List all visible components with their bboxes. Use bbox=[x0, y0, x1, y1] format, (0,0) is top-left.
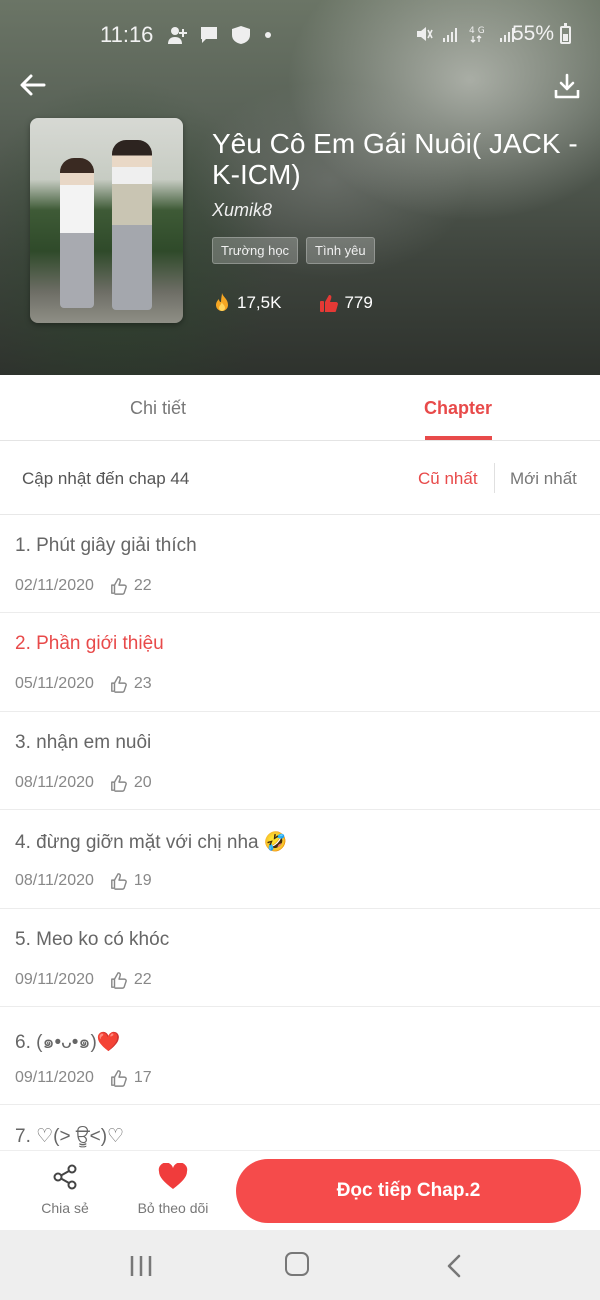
unfollow-label: Bỏ theo dõi bbox=[137, 1200, 209, 1216]
chapter-title: 5. Meo ko có khóc bbox=[15, 928, 170, 950]
recent-apps-icon[interactable] bbox=[128, 1254, 154, 1278]
chapter-sort-bar: Cập nhật đến chap 44 Cũ nhất Mới nhất bbox=[0, 441, 600, 515]
share-button[interactable]: Chia sẻ bbox=[30, 1163, 100, 1216]
signal-icons: 4G bbox=[414, 24, 518, 44]
chapter-meta: 09/11/2020 22 bbox=[15, 971, 152, 989]
chapter-item[interactable]: 4. đừng giỡn mặt với chị nha 🤣 08/11/202… bbox=[0, 810, 600, 909]
chapter-item[interactable]: 6. (๑•ᴗ•๑)❤️ 09/11/2020 17 bbox=[0, 1006, 600, 1106]
chapter-meta: 05/11/2020 23 bbox=[15, 675, 152, 694]
thumbs-up-outline-icon bbox=[110, 578, 127, 595]
status-time: 11:16 bbox=[100, 22, 154, 47]
sort-divider bbox=[494, 463, 495, 493]
status-bar: 11:16 4G 55% bbox=[0, 18, 600, 52]
chapter-likes: 20 bbox=[133, 773, 152, 791]
chapter-likes: 22 bbox=[133, 970, 152, 988]
cover-figure-right bbox=[112, 140, 152, 310]
views-count: 17,5K bbox=[237, 293, 282, 312]
sort-oldest-button[interactable]: Cũ nhất bbox=[418, 469, 478, 489]
book-header: 11:16 4G 55% Yêu Cô Em Gái Nuôi( JACK - … bbox=[0, 0, 600, 375]
share-icon bbox=[53, 1164, 77, 1190]
thumbs-up-outline-icon bbox=[110, 774, 127, 792]
chapter-date: 02/11/2020 bbox=[15, 577, 94, 594]
laz-icon bbox=[232, 26, 251, 45]
signal-icon bbox=[443, 28, 458, 42]
chapter-item[interactable]: 2. Phần giới thiệu 05/11/2020 23 bbox=[0, 613, 600, 712]
tab-chapter[interactable]: Chapter bbox=[308, 375, 600, 441]
fire-icon bbox=[216, 293, 228, 311]
continue-reading-button[interactable]: Đọc tiếp Chap.2 bbox=[236, 1159, 581, 1223]
chapter-date: 09/11/2020 bbox=[15, 1068, 94, 1086]
chapter-list: 1. Phút giây giải thích 02/11/2020 22 2.… bbox=[0, 515, 600, 1150]
chapter-date: 09/11/2020 bbox=[15, 970, 94, 988]
chapter-item[interactable]: 5. Meo ko có khóc 09/11/2020 22 bbox=[0, 908, 600, 1007]
chapter-meta: 09/11/2020 17 bbox=[15, 1069, 152, 1087]
chapter-item[interactable]: 1. Phút giây giải thích 02/11/2020 22 bbox=[0, 515, 600, 614]
add-person-icon bbox=[168, 27, 187, 45]
chapter-likes: 23 bbox=[133, 675, 152, 693]
chapter-title: 3. nhận em nuôi bbox=[15, 731, 152, 753]
sort-newest-button[interactable]: Mới nhất bbox=[510, 469, 577, 489]
book-cover-image[interactable] bbox=[30, 118, 183, 323]
book-author[interactable]: Xumik8 bbox=[212, 200, 272, 221]
share-label: Chia sẻ bbox=[41, 1200, 89, 1216]
chapter-title: 1. Phút giây giải thích bbox=[15, 535, 197, 556]
tag-school[interactable]: Trường học bbox=[212, 237, 299, 264]
home-icon[interactable] bbox=[285, 1252, 309, 1276]
active-tab-indicator bbox=[425, 436, 492, 440]
chapter-item[interactable]: 3. nhận em nuôi 08/11/2020 20 bbox=[0, 711, 600, 811]
chapter-likes: 22 bbox=[133, 577, 152, 594]
chapter-title: 2. Phần giới thiệu bbox=[15, 633, 164, 655]
chapter-title: 4. đừng giỡn mặt với chị nha 🤣 bbox=[15, 832, 288, 854]
chapter-title: 6. (๑•ᴗ•๑)❤️ bbox=[15, 1031, 121, 1053]
download-icon bbox=[554, 73, 580, 99]
book-stats: 17,5K 779 bbox=[212, 292, 411, 314]
chapter-meta: 08/11/2020 20 bbox=[15, 774, 152, 792]
mute-icon bbox=[417, 27, 433, 41]
back-button[interactable] bbox=[18, 70, 48, 100]
battery-icon bbox=[560, 23, 571, 44]
download-button[interactable] bbox=[553, 72, 581, 100]
4g-icon: 4G bbox=[469, 26, 488, 43]
book-tags: Trường học Tình yêu bbox=[212, 237, 375, 264]
chapter-item[interactable]: 7. ♡(> ਊ<)♡ bbox=[0, 1105, 600, 1150]
svg-text:4G: 4G bbox=[469, 26, 488, 36]
tab-detail[interactable]: Chi tiết bbox=[8, 375, 308, 441]
back-icon[interactable] bbox=[446, 1254, 462, 1278]
message-icon bbox=[201, 27, 218, 44]
chapter-title: 7. ♡(> ਊ<)♡ bbox=[15, 1126, 125, 1148]
heart-icon bbox=[158, 1162, 188, 1189]
battery-percent: 55% bbox=[512, 22, 555, 45]
chapter-date: 05/11/2020 bbox=[15, 675, 94, 693]
update-status: Cập nhật đến chap 44 bbox=[22, 469, 190, 488]
chapter-date: 08/11/2020 bbox=[15, 872, 94, 890]
system-navigation-bar bbox=[0, 1230, 600, 1300]
book-title: Yêu Cô Em Gái Nuôi( JACK - K-ICM) bbox=[212, 128, 578, 190]
thumbs-up-outline-icon bbox=[110, 1070, 127, 1087]
views-stat: 17,5K bbox=[212, 292, 281, 314]
bottom-action-bar: Chia sẻ Bỏ theo dõi Đọc tiếp Chap.2 bbox=[0, 1150, 600, 1230]
thumbs-up-outline-icon bbox=[110, 971, 127, 989]
thumbs-up-outline-icon bbox=[110, 676, 127, 694]
thumbs-up-outline-icon bbox=[110, 873, 127, 890]
thumbs-up-icon bbox=[320, 295, 339, 312]
chapter-meta: 08/11/2020 19 bbox=[15, 872, 152, 890]
arrow-left-icon bbox=[20, 74, 46, 96]
cover-figure-left bbox=[60, 158, 94, 308]
chapter-likes: 17 bbox=[133, 1068, 152, 1086]
chapter-date: 08/11/2020 bbox=[15, 773, 94, 791]
chapter-likes: 19 bbox=[133, 872, 152, 890]
notification-icons bbox=[166, 24, 273, 45]
tab-bar: Chi tiết Chapter bbox=[0, 375, 600, 441]
likes-count: 779 bbox=[344, 293, 373, 312]
chapter-meta: 02/11/2020 22 bbox=[15, 577, 152, 595]
tag-love[interactable]: Tình yêu bbox=[306, 237, 375, 264]
dot-icon bbox=[265, 32, 272, 39]
likes-stat: 779 bbox=[319, 293, 373, 313]
unfollow-button[interactable]: Bỏ theo dõi bbox=[128, 1162, 218, 1216]
